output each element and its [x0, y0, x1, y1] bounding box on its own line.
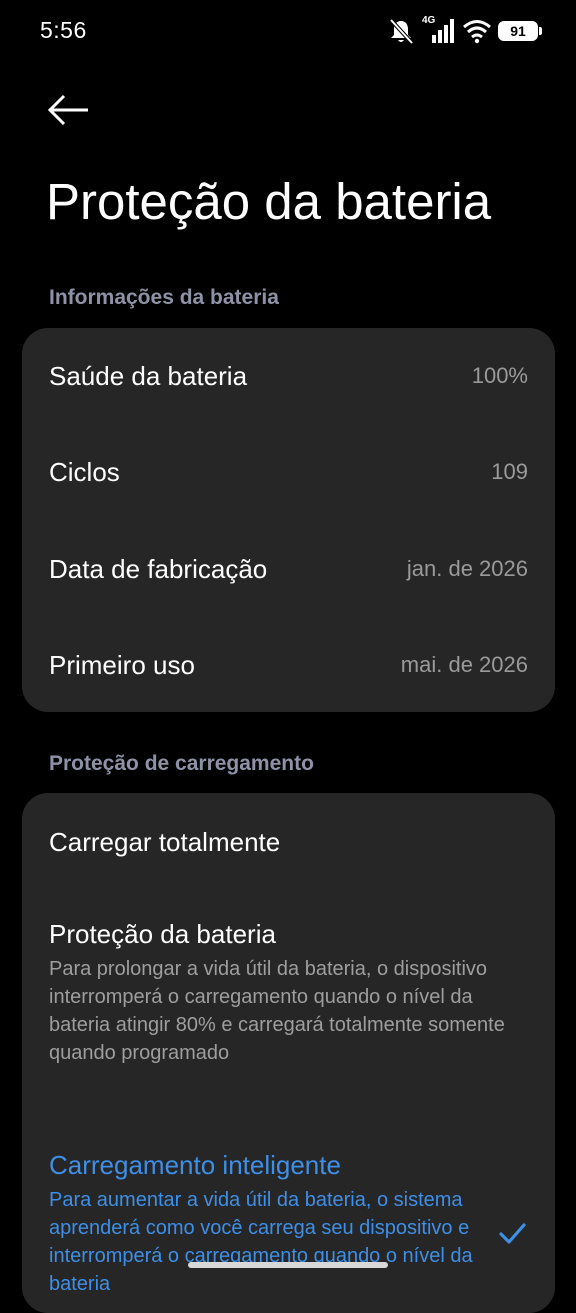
status-time: 5:56	[40, 17, 87, 43]
option-full-charge[interactable]: Carregar totalmente	[49, 825, 529, 859]
info-row-value: 100%	[471, 363, 528, 388]
bell-muted-icon	[386, 16, 416, 46]
option-description: Para prolongar a vida útil da bateria, o…	[49, 958, 505, 1064]
battery-info-card: Saúde da bateria 100% Ciclos 109 Data de…	[22, 328, 555, 712]
arrow-left-icon	[47, 94, 88, 126]
info-row-cycles: Ciclos 109	[49, 452, 528, 492]
info-row-battery-health: Saúde da bateria 100%	[49, 356, 528, 396]
info-row-label: Ciclos	[49, 456, 120, 487]
info-row-value: jan. de 2026	[406, 556, 528, 581]
option-title: Carregamento inteligente	[49, 1150, 341, 1180]
check-icon	[497, 1219, 527, 1249]
info-row-value: mai. de 2026	[400, 652, 528, 677]
wifi-icon	[462, 18, 492, 44]
option-title: Proteção da bateria	[49, 919, 276, 949]
charging-protection-card: Carregar totalmente Proteção da bateria …	[22, 793, 555, 1313]
battery-info-section-label: Informações da bateria	[49, 286, 279, 309]
option-title: Carregar totalmente	[49, 827, 281, 857]
info-row-label: Saúde da bateria	[49, 360, 248, 391]
cellular-signal-icon: 4G	[422, 15, 456, 45]
status-bar: 5:56 4G 91	[0, 0, 576, 62]
info-row-value: 109	[491, 459, 528, 484]
home-indicator[interactable]	[188, 1262, 388, 1268]
info-row-first-use: Primeiro uso mai. de 2026	[49, 645, 528, 685]
option-battery-protection[interactable]: Proteção da bateria Para prolongar a vid…	[49, 917, 529, 1067]
page-title: Proteção da bateria	[46, 173, 492, 230]
info-row-label: Primeiro uso	[49, 649, 195, 680]
option-smart-charging[interactable]: Carregamento inteligente Para aumentar a…	[49, 1148, 529, 1298]
info-row-label: Data de fabricação	[49, 553, 268, 584]
battery-icon: 91	[498, 21, 542, 41]
back-button[interactable]	[38, 82, 98, 138]
info-row-manufacture-date: Data de fabricação jan. de 2026	[49, 549, 528, 589]
status-icons: 4G 91	[386, 15, 542, 46]
option-description: Para aumentar a vida útil da bateria, o …	[49, 1189, 473, 1295]
charging-protection-section-label: Proteção de carregamento	[49, 752, 314, 775]
